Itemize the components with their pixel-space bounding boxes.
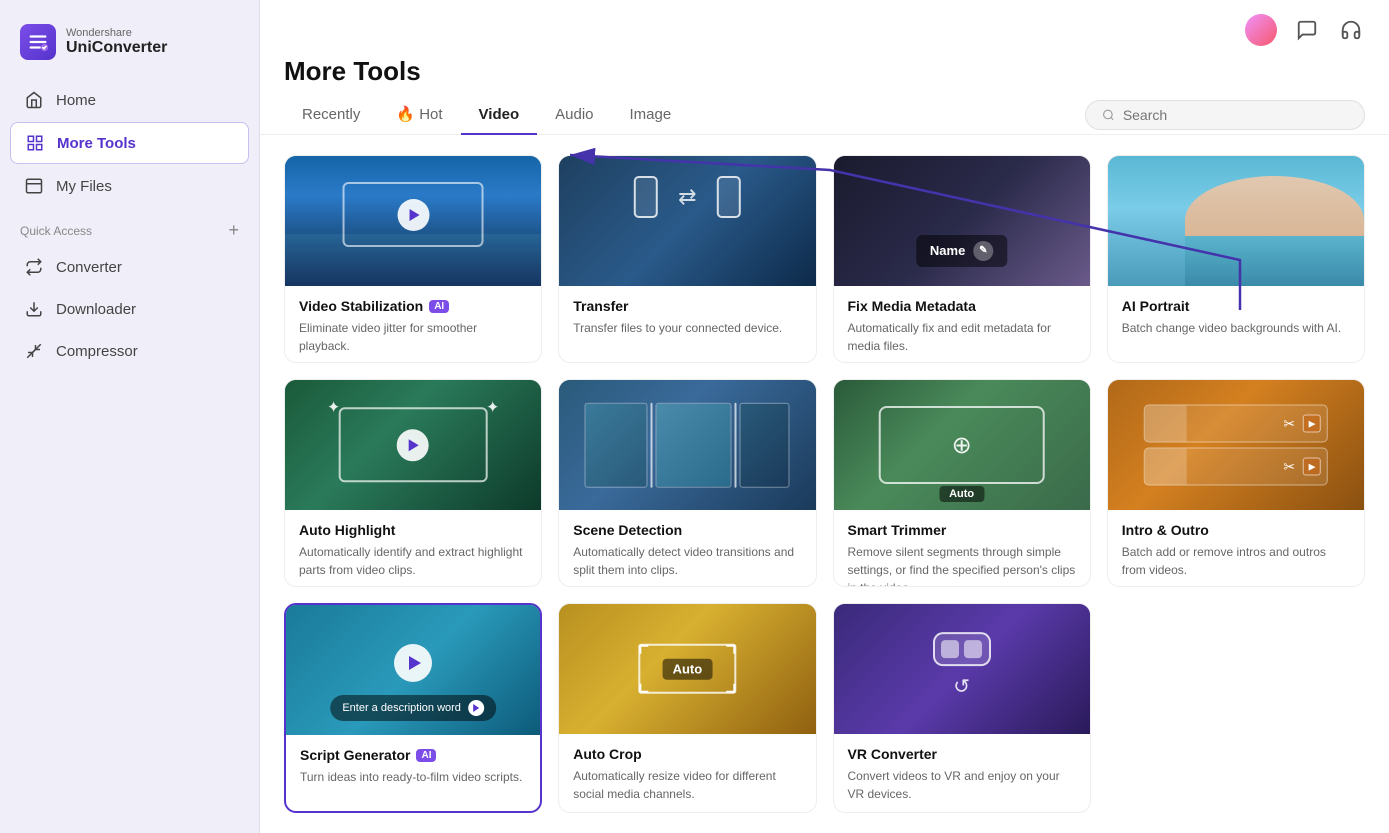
sidebar: Wondershare UniConverter Home More Tools… — [0, 0, 260, 833]
downloader-icon — [24, 299, 44, 319]
sidebar-item-converter-label: Converter — [56, 259, 122, 276]
tool-card-fix-media-metadata[interactable]: Name ✎ Fix Media Metadata Automatically … — [833, 155, 1091, 363]
tab-recently[interactable]: Recently — [284, 96, 378, 135]
tool-card-ai-portrait[interactable]: AI Portrait Batch change video backgroun… — [1107, 155, 1365, 363]
quick-access-add-icon[interactable]: + — [228, 220, 239, 241]
tab-image[interactable]: Image — [612, 96, 690, 135]
my-files-icon — [24, 176, 44, 196]
home-icon — [24, 90, 44, 110]
tool-name-vr-converter: VR Converter — [848, 746, 1076, 762]
tool-card-smart-trimmer[interactable]: ⊕ Auto Smart Trimmer Remove silent segme… — [833, 379, 1091, 587]
tool-name-smart-trimmer: Smart Trimmer — [848, 522, 1076, 538]
page-title: More Tools — [260, 46, 1389, 87]
tool-desc-auto-crop: Automatically resize video for different… — [573, 767, 801, 803]
tab-recently-label: Recently — [302, 106, 360, 123]
tool-desc-script-generator: Turn ideas into ready-to-film video scri… — [300, 768, 526, 786]
tool-card-vr-converter[interactable]: ↺ VR Converter Convert videos to VR and … — [833, 603, 1091, 813]
tool-desc-intro-outro: Batch add or remove intros and outros fr… — [1122, 543, 1350, 579]
quick-access-section: Quick Access + — [0, 206, 259, 247]
tool-desc-stabilization: Eliminate video jitter for smoother play… — [299, 319, 527, 355]
tool-name-intro-outro: Intro & Outro — [1122, 522, 1350, 538]
topbar — [260, 0, 1389, 46]
sidebar-item-more-tools[interactable]: More Tools — [10, 122, 249, 164]
compressor-icon — [24, 341, 44, 361]
sidebar-nav: Home More Tools My Files — [0, 80, 259, 206]
search-icon — [1102, 108, 1115, 122]
sidebar-item-converter[interactable]: Converter — [10, 247, 249, 287]
tab-hot[interactable]: 🔥 Hot — [378, 95, 460, 135]
tool-card-script-generator[interactable]: Enter a description word Script Generato… — [284, 603, 542, 813]
sidebar-item-downloader[interactable]: Downloader — [10, 289, 249, 329]
logo-brand: Wondershare — [66, 27, 167, 39]
sidebar-item-home[interactable]: Home — [10, 80, 249, 120]
user-avatar[interactable] — [1245, 14, 1277, 46]
tool-desc-scene-detection: Automatically detect video transitions a… — [573, 543, 801, 579]
logo-icon — [20, 24, 56, 60]
ai-badge-script: AI — [416, 749, 436, 762]
sidebar-item-compressor-label: Compressor — [56, 343, 138, 360]
search-box[interactable] — [1085, 100, 1365, 130]
more-tools-icon — [25, 133, 45, 153]
tool-name-fix-media-metadata: Fix Media Metadata — [848, 298, 1076, 314]
tool-card-scene-detection[interactable]: Scene Detection Automatically detect vid… — [558, 379, 816, 587]
sidebar-item-downloader-label: Downloader — [56, 301, 136, 318]
tool-card-intro-outro[interactable]: ✂ ▶ ✂ ▶ — [1107, 379, 1365, 587]
tab-audio[interactable]: Audio — [537, 96, 611, 135]
quick-access-label: Quick Access — [20, 224, 92, 238]
tool-name-video-stabilization: Video Stabilization AI — [299, 298, 527, 314]
sidebar-item-compressor[interactable]: Compressor — [10, 331, 249, 371]
app-logo: Wondershare UniConverter — [0, 16, 259, 80]
ai-badge-stabilization: AI — [429, 300, 449, 313]
tab-image-label: Image — [630, 106, 672, 123]
tool-card-transfer[interactable]: ⇄ Transfer Transfer files to your connec… — [558, 155, 816, 363]
tool-name-ai-portrait: AI Portrait — [1122, 298, 1350, 314]
tool-desc-ai-portrait: Batch change video backgrounds with AI. — [1122, 319, 1350, 337]
tool-desc-vr-converter: Convert videos to VR and enjoy on your V… — [848, 767, 1076, 803]
tabs-row: Recently 🔥 Hot Video Audio Image — [260, 95, 1389, 135]
tools-grid: Video Stabilization AI Eliminate video j… — [260, 135, 1389, 833]
tool-desc-auto-highlight: Automatically identify and extract highl… — [299, 543, 527, 579]
tool-desc-transfer: Transfer files to your connected device. — [573, 319, 801, 337]
tool-name-auto-highlight: Auto Highlight — [299, 522, 527, 538]
search-input[interactable] — [1123, 107, 1348, 123]
message-icon-button[interactable] — [1293, 16, 1321, 44]
tool-name-scene-detection: Scene Detection — [573, 522, 801, 538]
quick-access-nav: Converter Downloader Compressor — [0, 247, 259, 371]
sidebar-item-more-tools-label: More Tools — [57, 135, 136, 152]
main-content: More Tools Recently 🔥 Hot Video Audio Im… — [260, 0, 1389, 833]
sidebar-item-my-files-label: My Files — [56, 178, 112, 195]
tool-name-script-generator: Script Generator AI — [300, 747, 526, 763]
tool-desc-smart-trimmer: Remove silent segments through simple se… — [848, 543, 1076, 587]
tool-card-auto-highlight[interactable]: ✦ ✦ Auto Highlight Automatically identif… — [284, 379, 542, 587]
converter-icon — [24, 257, 44, 277]
tool-card-auto-crop[interactable]: Auto Auto Crop Automatically resize vide… — [558, 603, 816, 813]
sidebar-item-my-files[interactable]: My Files — [10, 166, 249, 206]
tab-video-label: Video — [479, 106, 520, 123]
sidebar-item-home-label: Home — [56, 92, 96, 109]
logo-name: UniConverter — [66, 39, 167, 57]
tab-video[interactable]: Video — [461, 96, 538, 135]
tool-name-transfer: Transfer — [573, 298, 801, 314]
tool-card-video-stabilization[interactable]: Video Stabilization AI Eliminate video j… — [284, 155, 542, 363]
headphone-icon-button[interactable] — [1337, 16, 1365, 44]
play-button-highlight[interactable] — [397, 429, 429, 461]
tab-hot-label: 🔥 Hot — [396, 105, 442, 123]
topbar-right — [1245, 14, 1365, 46]
tool-name-auto-crop: Auto Crop — [573, 746, 801, 762]
logo-text: Wondershare UniConverter — [66, 27, 167, 57]
tab-audio-label: Audio — [555, 106, 593, 123]
play-button-stabilization[interactable] — [397, 199, 429, 231]
tool-desc-fix-media-metadata: Automatically fix and edit metadata for … — [848, 319, 1076, 355]
